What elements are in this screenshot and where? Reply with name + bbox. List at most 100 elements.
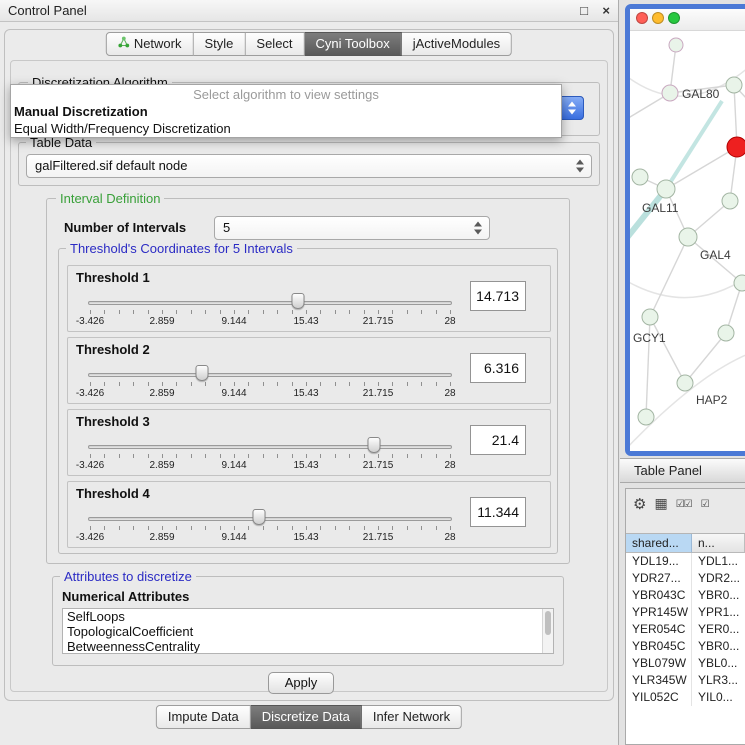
network-node[interactable]	[727, 137, 745, 157]
network-edge[interactable]	[685, 333, 726, 383]
slider-scale-label: 21.715	[363, 388, 394, 399]
network-edge[interactable]	[650, 317, 685, 383]
scrollbar-thumb[interactable]	[545, 611, 551, 635]
algorithm-option[interactable]: Manual Discretization	[11, 103, 561, 120]
network-canvas[interactable]: GAL80GAL11GAL4GCY1HAP2	[630, 31, 745, 451]
threshold-slider-2[interactable]: -3.4262.8599.14415.4321.71528	[78, 360, 462, 402]
slider-rail: -3.4262.8599.14415.4321.71528	[90, 288, 450, 330]
table-row[interactable]: YIL052CYIL0...	[626, 689, 745, 706]
slider-tick	[320, 310, 321, 314]
table-row[interactable]: YDR27...YDR2...	[626, 570, 745, 587]
table-row[interactable]: YER054CYER0...	[626, 621, 745, 638]
float-window-icon[interactable]: □	[580, 3, 588, 18]
slider-tick	[292, 454, 293, 458]
tab-jactivemodules[interactable]: jActiveModules	[402, 32, 512, 56]
slider-scale-label: 2.859	[149, 316, 174, 327]
algorithm-option[interactable]: Equal Width/Frequency Discretization	[11, 120, 561, 137]
slider-tick	[148, 526, 149, 530]
slider-tick	[320, 454, 321, 458]
slider-thumb[interactable]	[253, 509, 266, 525]
attributes-scrollbar[interactable]	[542, 609, 553, 653]
close-window-icon[interactable]: ×	[602, 3, 610, 18]
tab-discretize-data[interactable]: Discretize Data	[251, 705, 362, 729]
network-node[interactable]	[638, 409, 654, 425]
network-node[interactable]	[726, 77, 742, 93]
slider-tick	[119, 526, 120, 530]
tab-network[interactable]: Network	[106, 32, 194, 56]
network-node[interactable]	[669, 38, 683, 52]
slider-thumb[interactable]	[368, 437, 381, 453]
slider-tick	[205, 310, 206, 314]
slider-tick	[421, 526, 422, 530]
column-header[interactable]: n...	[692, 534, 745, 553]
network-node[interactable]	[722, 193, 738, 209]
table-data-select[interactable]: galFiltered.sif default node	[26, 154, 592, 178]
algorithm-popup-placeholder: Select algorithm to view settings	[11, 86, 561, 103]
network-window-titlebar[interactable]	[630, 9, 745, 31]
network-svg[interactable]: GAL80GAL11GAL4GCY1HAP2	[630, 31, 745, 451]
threshold-value-field[interactable]: 6.316	[470, 353, 526, 383]
threshold-slider-1[interactable]: -3.4262.8599.14415.4321.71528	[78, 288, 462, 330]
attribute-item[interactable]: TopologicalCoefficient	[63, 624, 542, 639]
network-node-gal11[interactable]	[657, 180, 675, 198]
column-header[interactable]: shared...	[626, 534, 692, 553]
slider-tick	[306, 310, 307, 314]
network-node[interactable]	[718, 325, 734, 341]
number-of-intervals-value: 5	[215, 217, 489, 239]
table-row[interactable]: YBL079WYBL0...	[626, 655, 745, 672]
table-row[interactable]: YPR145WYPR1...	[626, 604, 745, 621]
gear-icon[interactable]: ⚙	[633, 495, 645, 513]
network-edge[interactable]	[650, 237, 688, 317]
table-row[interactable]: YLR345WYLR3...	[626, 672, 745, 689]
tab-infer-network[interactable]: Infer Network	[362, 705, 462, 729]
network-node[interactable]	[734, 275, 745, 291]
traffic-light-zoom[interactable]	[668, 12, 680, 24]
number-of-intervals-select[interactable]: 5	[214, 216, 490, 240]
threshold-value-field[interactable]: 21.4	[470, 425, 526, 455]
slider-scale-label: 21.715	[363, 316, 394, 327]
slider-thumb[interactable]	[291, 293, 304, 309]
tab-style[interactable]: Style	[194, 32, 246, 56]
network-node-gal4[interactable]	[679, 228, 697, 246]
table-row[interactable]: YDL19...YDL1...	[626, 553, 745, 570]
traffic-light-minimize[interactable]	[652, 12, 664, 24]
slider-tick	[220, 526, 221, 530]
cell-name: YPR1...	[692, 604, 745, 621]
attribute-item[interactable]: SelfLoops	[63, 609, 542, 624]
slider-tick	[248, 454, 249, 458]
attribute-item[interactable]: BetweennessCentrality	[63, 639, 542, 653]
tab-cyni-toolbox[interactable]: Cyni Toolbox	[305, 32, 402, 56]
network-edge[interactable]	[666, 147, 737, 189]
checkbox-pair-icon[interactable]: ☑☑	[676, 499, 692, 510]
columns-icon[interactable]: ▦	[654, 496, 666, 512]
slider-tick	[220, 310, 221, 314]
network-edge[interactable]	[630, 189, 666, 249]
threshold-slider-3[interactable]: -3.4262.8599.14415.4321.71528	[78, 432, 462, 474]
checkbox-icon[interactable]: ☑	[701, 499, 709, 510]
slider-thumb[interactable]	[195, 365, 208, 381]
network-edge[interactable]	[666, 101, 722, 189]
threshold-value-field[interactable]: 11.344	[470, 497, 526, 527]
traffic-light-close[interactable]	[636, 12, 648, 24]
numerical-attributes-list[interactable]: SelfLoopsTopologicalCoefficientBetweenne…	[62, 608, 554, 654]
slider-tick	[450, 526, 451, 530]
tab-select[interactable]: Select	[245, 32, 304, 56]
tab-impute-data[interactable]: Impute Data	[156, 705, 251, 729]
slider-tick	[335, 310, 336, 314]
slider-tick	[407, 382, 408, 386]
slider-scale-label: 9.144	[221, 532, 246, 543]
network-node[interactable]	[632, 169, 648, 185]
slider-tick	[104, 382, 105, 386]
table-panel-header: Table Panel	[620, 458, 745, 483]
threshold-value-field[interactable]: 14.713	[470, 281, 526, 311]
network-node-gcy1[interactable]	[642, 309, 658, 325]
threshold-slider-4[interactable]: -3.4262.8599.14415.4321.71528	[78, 504, 462, 546]
network-node-gal80[interactable]	[662, 85, 678, 101]
table-row[interactable]: YBR043CYBR0...	[626, 587, 745, 604]
network-node-hap2[interactable]	[677, 375, 693, 391]
slider-tick	[104, 454, 105, 458]
apply-button[interactable]: Apply	[268, 672, 334, 694]
slider-tick	[277, 454, 278, 458]
slider-scale-label: 15.43	[293, 460, 318, 471]
table-row[interactable]: YBR045CYBR0...	[626, 638, 745, 655]
